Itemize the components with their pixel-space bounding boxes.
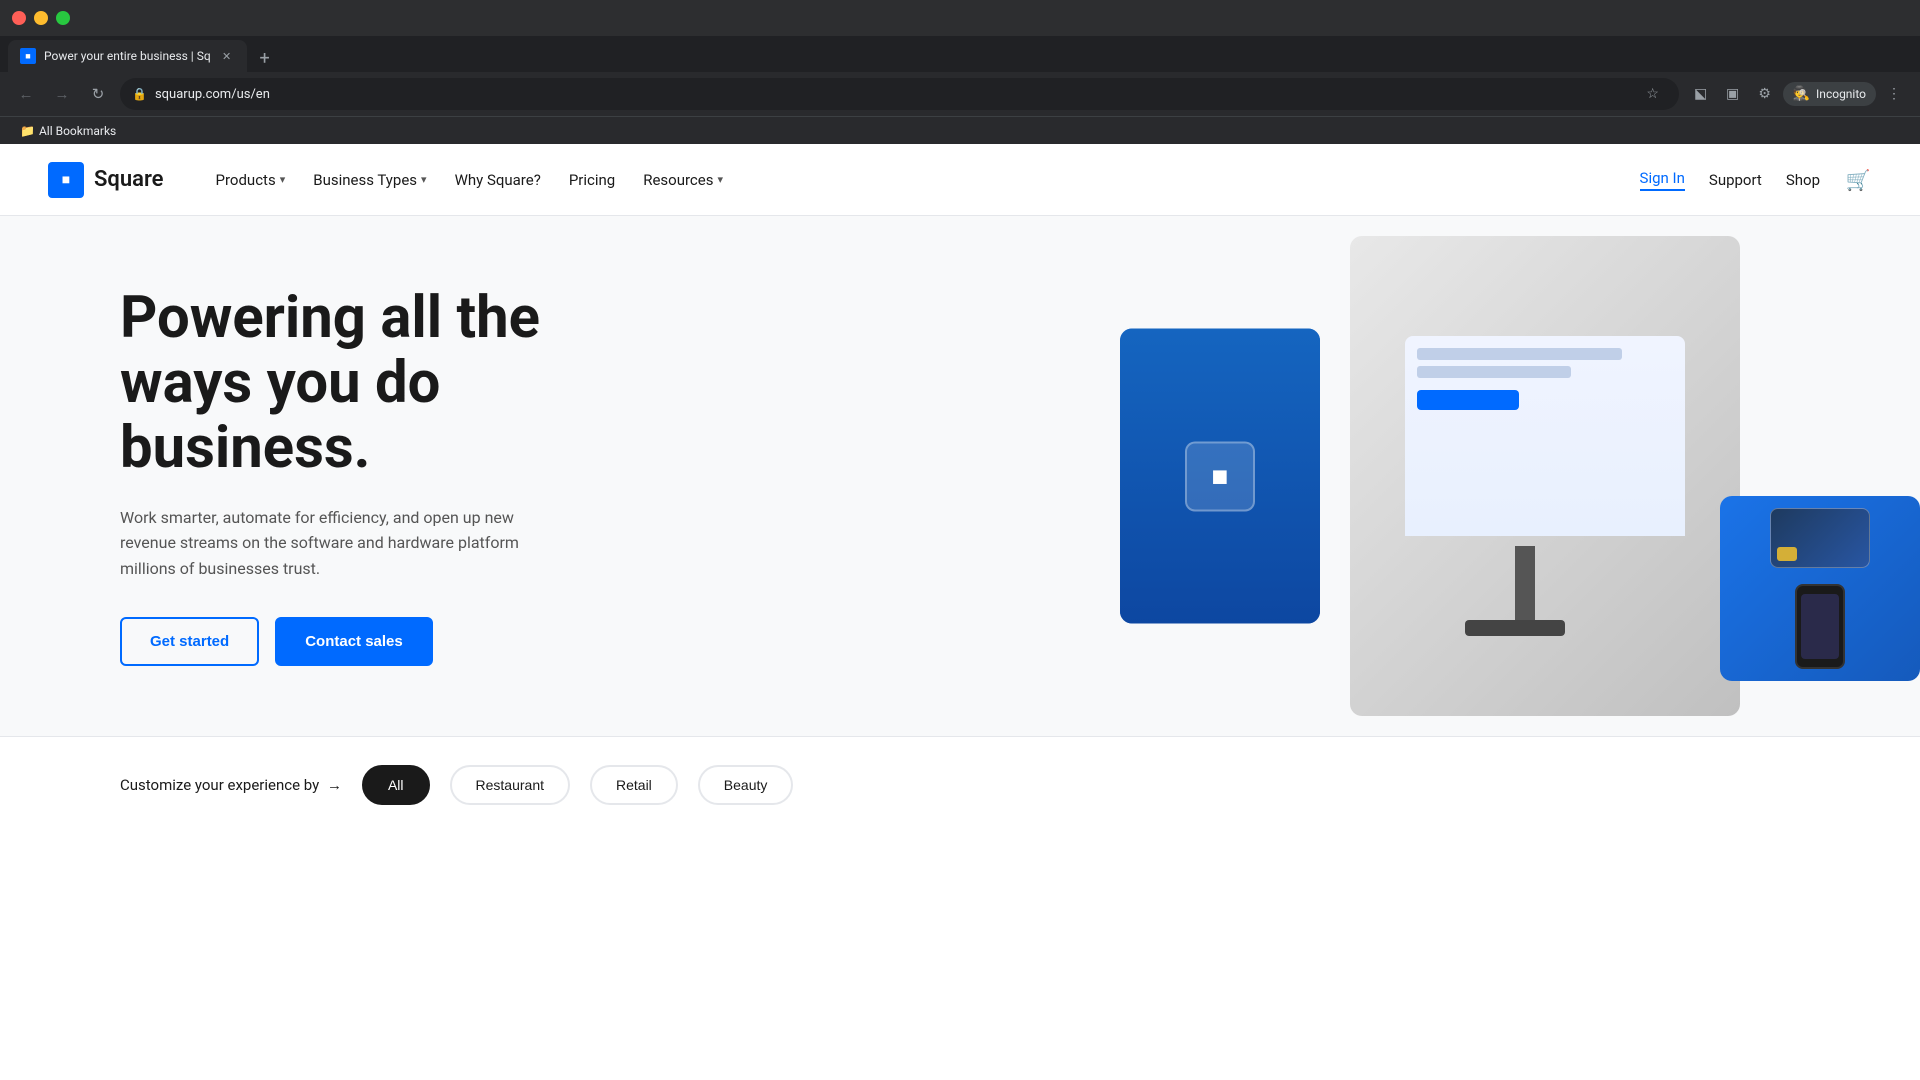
filter-bar: Customize your experience by → All Resta… xyxy=(0,736,1920,833)
nav-link-why-square[interactable]: Why Square? xyxy=(443,163,553,197)
maximize-window-button[interactable] xyxy=(56,11,70,25)
arrow-icon: → xyxy=(327,776,342,794)
filter-label: Customize your experience by → xyxy=(120,776,342,794)
url-text: squarup.com/us/en xyxy=(155,87,1631,102)
hero-section: Powering all the ways you do business. W… xyxy=(0,216,1920,736)
website-content: ■ Square Products ▾ Business Types ▾ Why… xyxy=(0,144,1920,833)
chevron-down-icon: ▾ xyxy=(280,173,286,186)
nav-links: Products ▾ Business Types ▾ Why Square? … xyxy=(204,163,1640,197)
pos-stand xyxy=(1515,546,1535,626)
square-reader-icon: ■ xyxy=(1185,441,1255,511)
shop-link[interactable]: Shop xyxy=(1786,171,1820,189)
hero-device-image: ■ xyxy=(1120,329,1320,624)
filter-beauty-button[interactable]: Beauty xyxy=(698,765,794,805)
nav-link-products[interactable]: Products ▾ xyxy=(204,163,298,197)
nav-link-pricing[interactable]: Pricing xyxy=(557,163,627,197)
hero-payment-image xyxy=(1720,496,1920,681)
get-started-button[interactable]: Get started xyxy=(120,617,259,666)
sign-in-link[interactable]: Sign In xyxy=(1640,169,1685,191)
tab-bar: ■ Power your entire business | Sq ✕ + xyxy=(0,36,1920,72)
lock-icon: 🔒 xyxy=(132,87,147,101)
all-bookmarks-item[interactable]: 📁 All Bookmarks xyxy=(12,120,124,142)
hero-subtitle: Work smarter, automate for efficiency, a… xyxy=(120,505,540,582)
browser-toolbar: ← → ↻ 🔒 squarup.com/us/en ☆ ⬕ ▣ ⚙ 🕵 Inco… xyxy=(0,72,1920,116)
filter-all-button[interactable]: All xyxy=(362,765,430,805)
logo-text: Square xyxy=(94,167,164,192)
filter-retail-button[interactable]: Retail xyxy=(590,765,678,805)
tab-close-button[interactable]: ✕ xyxy=(219,48,235,64)
phone-screen xyxy=(1801,594,1839,659)
minimize-window-button[interactable] xyxy=(34,11,48,25)
all-bookmarks-label: All Bookmarks xyxy=(39,124,116,138)
nav-right: Sign In Support Shop 🛒 xyxy=(1640,166,1872,194)
bookmarks-folder-icon: 📁 xyxy=(20,124,35,138)
hero-buttons: Get started Contact sales xyxy=(120,617,620,666)
nav-link-business-types[interactable]: Business Types ▾ xyxy=(301,163,438,197)
pos-row-1 xyxy=(1417,348,1622,360)
reload-button[interactable]: ↻ xyxy=(84,80,112,108)
phone-device-visual xyxy=(1795,584,1845,669)
browser-tab-active[interactable]: ■ Power your entire business | Sq ✕ xyxy=(8,40,247,72)
hero-images: ■ xyxy=(1100,216,1920,736)
close-window-button[interactable] xyxy=(12,11,26,25)
pos-row-2 xyxy=(1417,366,1571,378)
card-chip xyxy=(1777,547,1797,561)
nav-link-resources[interactable]: Resources ▾ xyxy=(631,163,735,197)
cast-icon[interactable]: ⬕ xyxy=(1687,80,1715,108)
chevron-down-icon: ▾ xyxy=(421,173,427,186)
pos-row-3 xyxy=(1417,390,1519,410)
logo-icon: ■ xyxy=(48,162,84,198)
device-hand-visual: ■ xyxy=(1120,329,1320,624)
credit-card-visual xyxy=(1770,508,1870,568)
incognito-badge: 🕵 Incognito xyxy=(1783,82,1876,106)
pos-base xyxy=(1465,620,1565,636)
cart-icon[interactable]: 🛒 xyxy=(1844,166,1872,194)
filter-restaurant-button[interactable]: Restaurant xyxy=(450,765,570,805)
toolbar-actions: ⬕ ▣ ⚙ 🕵 Incognito ⋮ xyxy=(1687,80,1908,108)
star-icon[interactable]: ☆ xyxy=(1639,80,1667,108)
new-tab-button[interactable]: + xyxy=(251,44,279,72)
site-logo[interactable]: ■ Square xyxy=(48,162,164,198)
site-nav: ■ Square Products ▾ Business Types ▾ Why… xyxy=(0,144,1920,216)
incognito-icon: 🕵 xyxy=(1793,86,1810,102)
extensions-icon[interactable]: ⚙ xyxy=(1751,80,1779,108)
pos-screen-content xyxy=(1405,336,1685,536)
tab-title: Power your entire business | Sq xyxy=(44,49,211,63)
browser-window: ■ Power your entire business | Sq ✕ + ← … xyxy=(0,0,1920,144)
window-controls xyxy=(12,11,70,25)
contact-sales-button[interactable]: Contact sales xyxy=(275,617,433,666)
hero-title: Powering all the ways you do business. xyxy=(120,286,620,481)
support-link[interactable]: Support xyxy=(1709,171,1762,189)
more-options-button[interactable]: ⋮ xyxy=(1880,80,1908,108)
hero-content: Powering all the ways you do business. W… xyxy=(120,286,620,667)
forward-button[interactable]: → xyxy=(48,80,76,108)
pos-screen xyxy=(1405,336,1685,536)
profile-icon[interactable]: ▣ xyxy=(1719,80,1747,108)
pos-monitor-visual xyxy=(1375,336,1715,616)
address-bar[interactable]: 🔒 squarup.com/us/en ☆ xyxy=(120,78,1679,110)
incognito-label: Incognito xyxy=(1816,87,1866,101)
browser-titlebar xyxy=(0,0,1920,36)
hero-pos-image xyxy=(1350,236,1740,716)
bookmarks-bar: 📁 All Bookmarks xyxy=(0,116,1920,144)
chevron-down-icon: ▾ xyxy=(717,173,723,186)
back-button[interactable]: ← xyxy=(12,80,40,108)
card-tap-visual xyxy=(1770,508,1870,669)
tab-favicon: ■ xyxy=(20,48,36,64)
